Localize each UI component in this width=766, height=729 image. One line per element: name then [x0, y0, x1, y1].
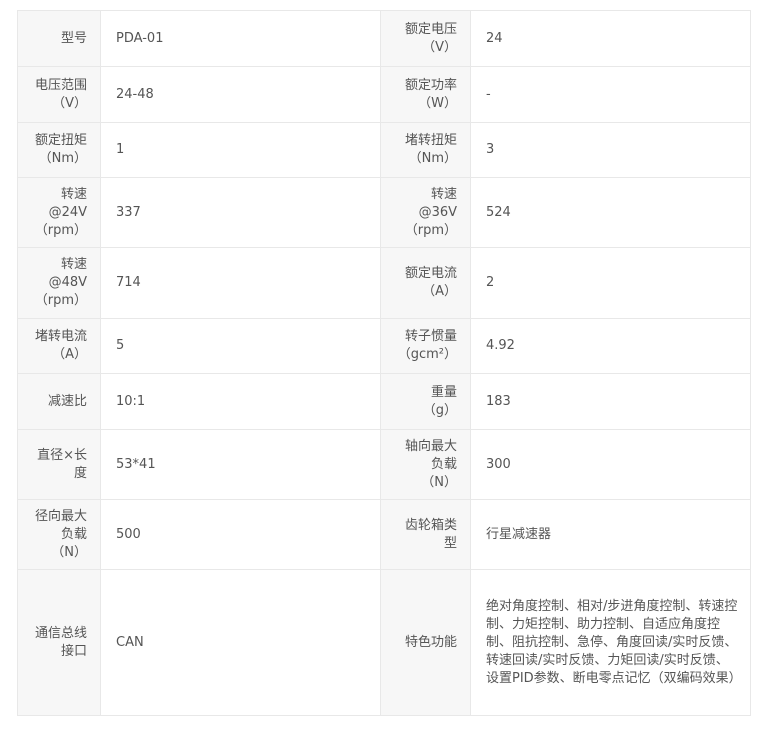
- spec-label: 型号: [17, 10, 101, 67]
- spec-value: 24: [470, 10, 751, 67]
- spec-value-text: 行星减速器: [486, 526, 552, 542]
- table-row: 转速 @48V （rpm） 714 额定电流 （A） 2: [17, 247, 751, 319]
- spec-label-text: 堵转电流 （A）: [34, 329, 87, 362]
- spec-label-text: 通信总线 接口: [34, 625, 87, 659]
- spec-label: 特色功能: [380, 569, 471, 716]
- spec-label: 转速 @24V （rpm）: [17, 177, 101, 248]
- table-row: 型号 PDA-01 额定电压 （V） 24: [17, 10, 751, 67]
- spec-value: 绝对角度控制、相对/步进角度控制、转速控制、力矩控制、助力控制、自适应角度控制、…: [470, 569, 751, 716]
- spec-value: 53*41: [100, 429, 381, 500]
- spec-value: 2: [470, 247, 751, 319]
- spec-value-text: 3: [486, 142, 495, 157]
- spec-value-text: PDA-01: [116, 30, 164, 46]
- spec-label: 轴向最大 负载 （N）: [380, 429, 471, 500]
- spec-value: 10:1: [100, 373, 381, 430]
- spec-value: 3: [470, 122, 751, 178]
- spec-value-text: CAN: [116, 634, 144, 650]
- spec-value-text: 337: [116, 204, 141, 220]
- spec-label: 额定电压 （V）: [380, 10, 471, 67]
- spec-label-text: 额定功率 （W）: [404, 77, 457, 111]
- spec-value: 300: [470, 429, 751, 500]
- spec-value: 1: [100, 122, 381, 178]
- spec-table: 型号 PDA-01 额定电压 （V） 24 电压范围 （V） 24-48 额定功…: [17, 10, 751, 716]
- table-row: 径向最大 负载 （N） 500 齿轮箱类 型 行星减速器: [17, 499, 751, 570]
- spec-value: 行星减速器: [470, 499, 751, 570]
- spec-value-text: 300: [486, 456, 511, 472]
- spec-label-text: 转速 @24V （rpm）: [34, 186, 87, 238]
- spec-value: 524: [470, 177, 751, 248]
- spec-label-text: 额定电流 （A）: [404, 266, 457, 299]
- spec-label-text: 重量 （g）: [422, 384, 457, 418]
- spec-value-text: 4.92: [486, 338, 515, 353]
- spec-label: 额定扭矩 （Nm）: [17, 122, 101, 178]
- spec-value-text: 53*41: [116, 456, 156, 472]
- spec-value: PDA-01: [100, 10, 381, 67]
- spec-value: CAN: [100, 569, 381, 716]
- spec-label: 转子惯量 （gcm²）: [380, 318, 471, 374]
- spec-value: 5: [100, 318, 381, 374]
- spec-value-text: 183: [486, 393, 511, 409]
- table-row: 直径×长 度 53*41 轴向最大 负载 （N） 300: [17, 429, 751, 500]
- spec-value-text: 24: [486, 30, 503, 46]
- table-row: 堵转电流 （A） 5 转子惯量 （gcm²） 4.92: [17, 318, 751, 374]
- spec-value-text: 5: [116, 338, 125, 353]
- spec-label: 直径×长 度: [17, 429, 101, 500]
- spec-label-text: 径向最大 负载 （N）: [34, 508, 87, 560]
- spec-value: 183: [470, 373, 751, 430]
- spec-label-text: 转速 @48V （rpm）: [34, 257, 87, 308]
- spec-value: 714: [100, 247, 381, 319]
- spec-label: 减速比: [17, 373, 101, 430]
- table-row: 通信总线 接口 CAN 特色功能 绝对角度控制、相对/步进角度控制、转速控制、力…: [17, 569, 751, 716]
- table-row: 额定扭矩 （Nm） 1 堵转扭矩 （Nm） 3: [17, 122, 751, 178]
- spec-value-text: 1: [116, 142, 125, 157]
- table-row: 电压范围 （V） 24-48 额定功率 （W） -: [17, 66, 751, 123]
- spec-label-text: 特色功能: [404, 634, 457, 650]
- spec-label-text: 堵转扭矩 （Nm）: [404, 133, 457, 166]
- table-row: 减速比 10:1 重量 （g） 183: [17, 373, 751, 430]
- spec-value-text: 绝对角度控制、相对/步进角度控制、转速控制、力矩控制、助力控制、自适应角度控制、…: [486, 598, 742, 686]
- spec-label: 堵转扭矩 （Nm）: [380, 122, 471, 178]
- spec-label-text: 轴向最大 负载 （N）: [404, 438, 457, 490]
- spec-value-text: 500: [116, 526, 141, 542]
- spec-label: 通信总线 接口: [17, 569, 101, 716]
- spec-value-text: 714: [116, 275, 141, 290]
- spec-value-text: 524: [486, 204, 511, 220]
- spec-label: 额定功率 （W）: [380, 66, 471, 123]
- spec-label: 堵转电流 （A）: [17, 318, 101, 374]
- spec-value-text: 2: [486, 275, 495, 290]
- spec-label: 齿轮箱类 型: [380, 499, 471, 570]
- spec-label: 重量 （g）: [380, 373, 471, 430]
- spec-label-text: 直径×长 度: [37, 447, 87, 481]
- spec-value-text: -: [486, 86, 491, 102]
- spec-label: 电压范围 （V）: [17, 66, 101, 123]
- spec-label: 转速 @36V （rpm）: [380, 177, 471, 248]
- spec-label-text: 转速 @36V （rpm）: [404, 186, 457, 238]
- spec-label-text: 额定扭矩 （Nm）: [34, 133, 87, 166]
- spec-label: 径向最大 负载 （N）: [17, 499, 101, 570]
- spec-value: 4.92: [470, 318, 751, 374]
- spec-label-text: 电压范围 （V）: [34, 77, 87, 111]
- spec-value: 500: [100, 499, 381, 570]
- spec-label: 额定电流 （A）: [380, 247, 471, 319]
- spec-value: 24-48: [100, 66, 381, 123]
- spec-label: 转速 @48V （rpm）: [17, 247, 101, 319]
- spec-label-text: 型号: [60, 30, 87, 46]
- spec-label-text: 减速比: [47, 393, 87, 409]
- spec-value-text: 10:1: [116, 393, 146, 409]
- spec-value-text: 24-48: [116, 86, 154, 102]
- spec-value: -: [470, 66, 751, 123]
- spec-value: 337: [100, 177, 381, 248]
- table-row: 转速 @24V （rpm） 337 转速 @36V （rpm） 524: [17, 177, 751, 248]
- spec-label-text: 齿轮箱类 型: [404, 517, 457, 551]
- spec-label-text: 转子惯量 （gcm²）: [397, 329, 457, 362]
- spec-label-text: 额定电压 （V）: [404, 21, 457, 55]
